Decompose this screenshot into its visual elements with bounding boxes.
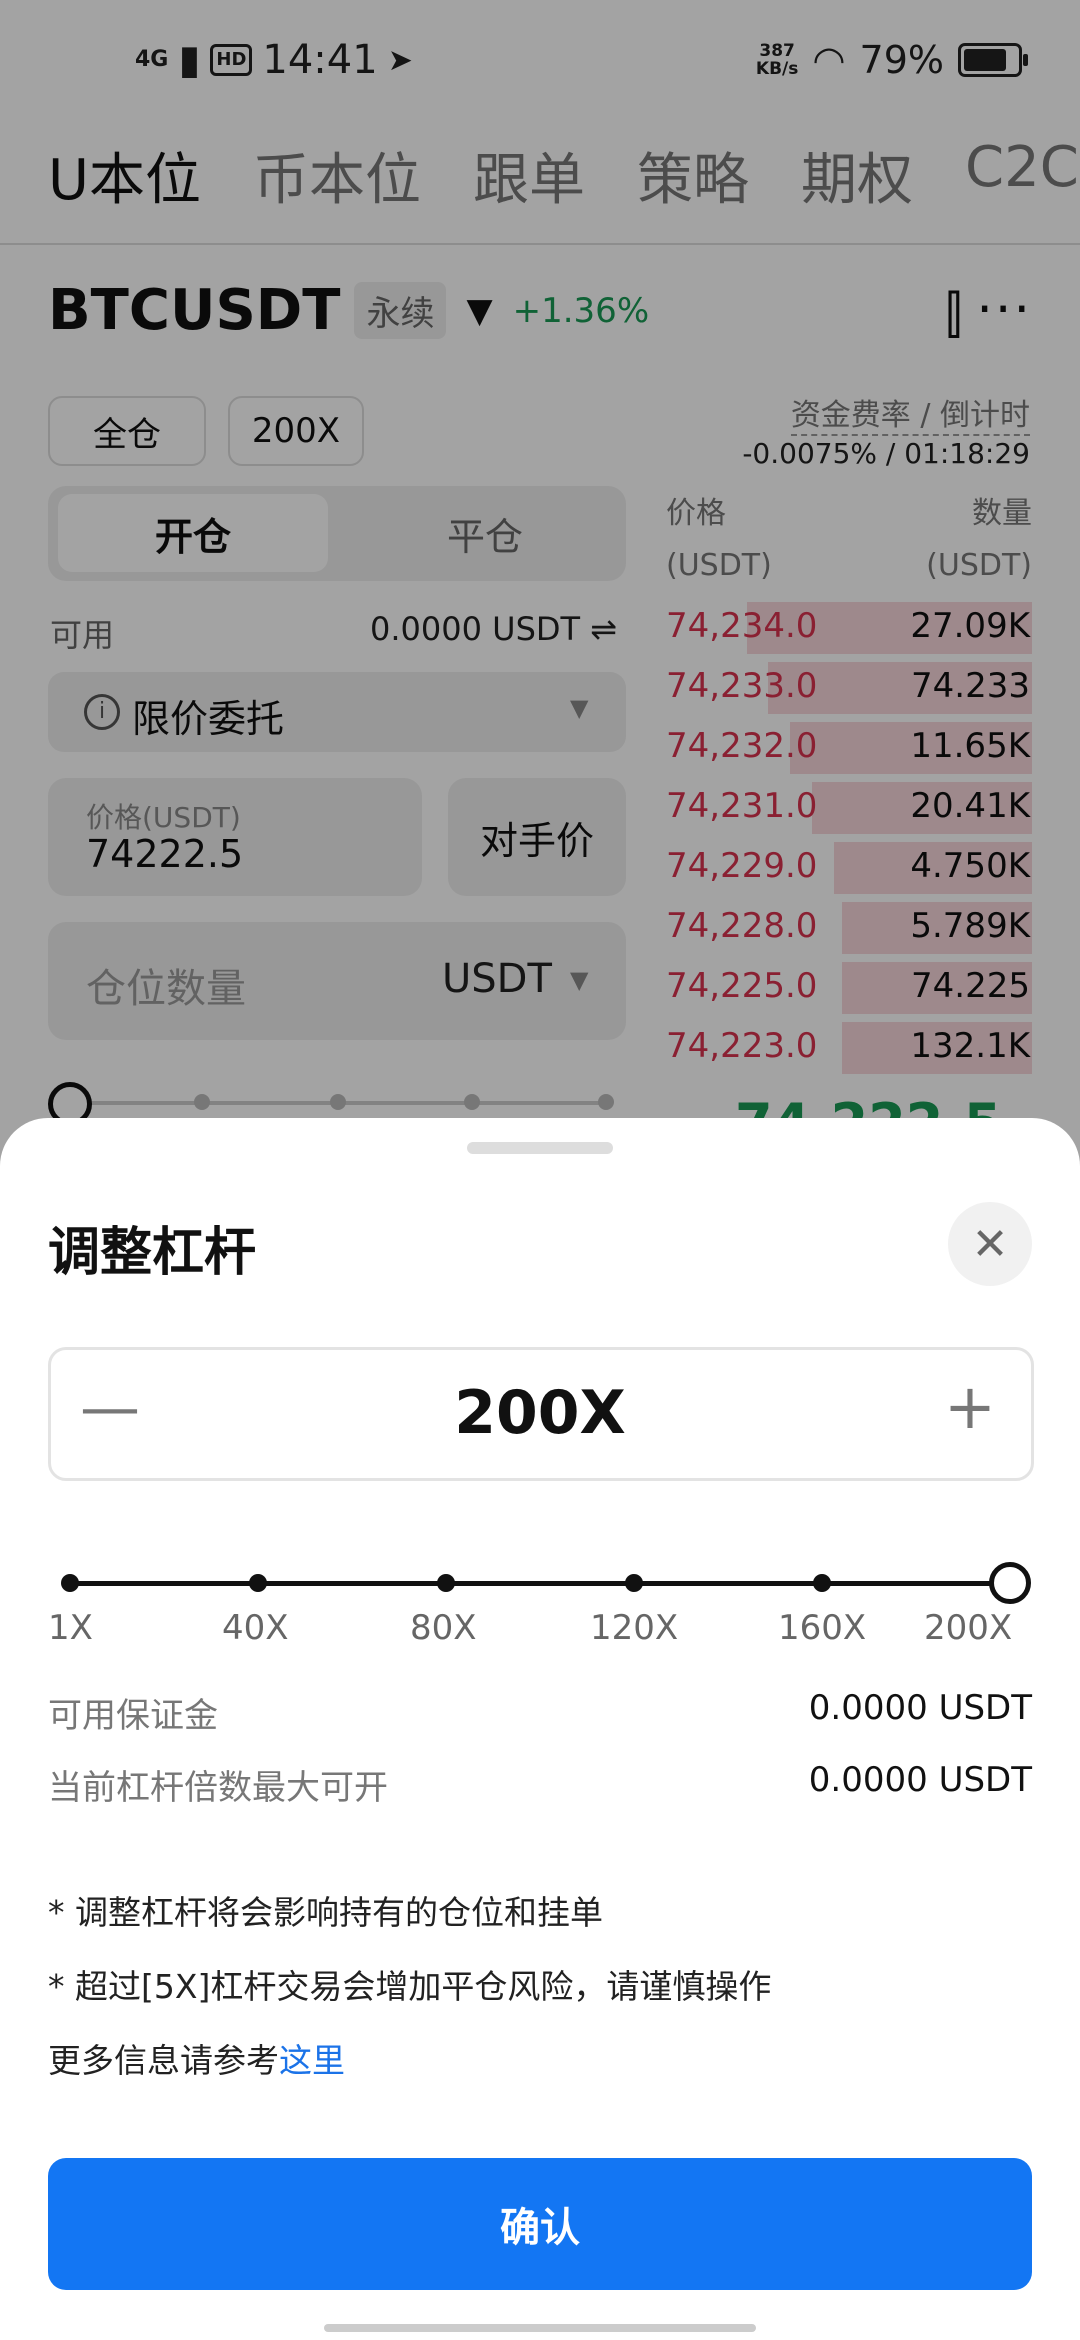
more-info-text: 更多信息请参考: [48, 2041, 279, 2080]
leverage-step-dot[interactable]: [249, 1574, 267, 1592]
leverage-step-label[interactable]: 1X: [48, 1608, 93, 1648]
max-open-label: 当前杠杆倍数最大可开: [48, 1768, 388, 1808]
confirm-button[interactable]: 确认: [48, 2158, 1032, 2290]
leverage-step-dot[interactable]: [625, 1574, 643, 1592]
leverage-step-dot[interactable]: [437, 1574, 455, 1592]
leverage-step-dot[interactable]: [61, 1574, 79, 1592]
home-indicator[interactable]: [324, 2324, 756, 2332]
leverage-step-label[interactable]: 120X: [590, 1608, 678, 1648]
max-open-value: 0.0000 USDT: [808, 1760, 1032, 1800]
sheet-title: 调整杠杆: [48, 1223, 257, 1283]
leverage-step-label[interactable]: 200X: [924, 1608, 1012, 1648]
leverage-step-label[interactable]: 80X: [410, 1608, 477, 1648]
note-position-impact: * 调整杠杆将会影响持有的仓位和挂单: [48, 1893, 603, 1932]
minus-icon[interactable]: —: [80, 1378, 140, 1438]
sheet-grabber[interactable]: [467, 1142, 613, 1154]
more-info: 更多信息请参考这里: [48, 2034, 345, 2082]
plus-icon[interactable]: +: [944, 1374, 996, 1440]
leverage-slider-track[interactable]: [68, 1581, 1010, 1586]
available-margin-label: 可用保证金: [48, 1696, 218, 1736]
leverage-step-label[interactable]: 40X: [222, 1608, 289, 1648]
note-risk-warning: * 超过[5X]杠杆交易会增加平仓风险，请谨慎操作: [48, 1967, 772, 2006]
leverage-step-label[interactable]: 160X: [778, 1608, 866, 1648]
leverage-step-dot[interactable]: [813, 1574, 831, 1592]
leverage-value[interactable]: 200X: [300, 1378, 780, 1448]
more-info-link[interactable]: 这里: [279, 2041, 345, 2080]
close-button[interactable]: ✕: [948, 1202, 1032, 1286]
available-margin-value: 0.0000 USDT: [808, 1688, 1032, 1728]
close-icon: ✕: [971, 1218, 1009, 1270]
leverage-slider-knob[interactable]: [989, 1562, 1031, 1604]
